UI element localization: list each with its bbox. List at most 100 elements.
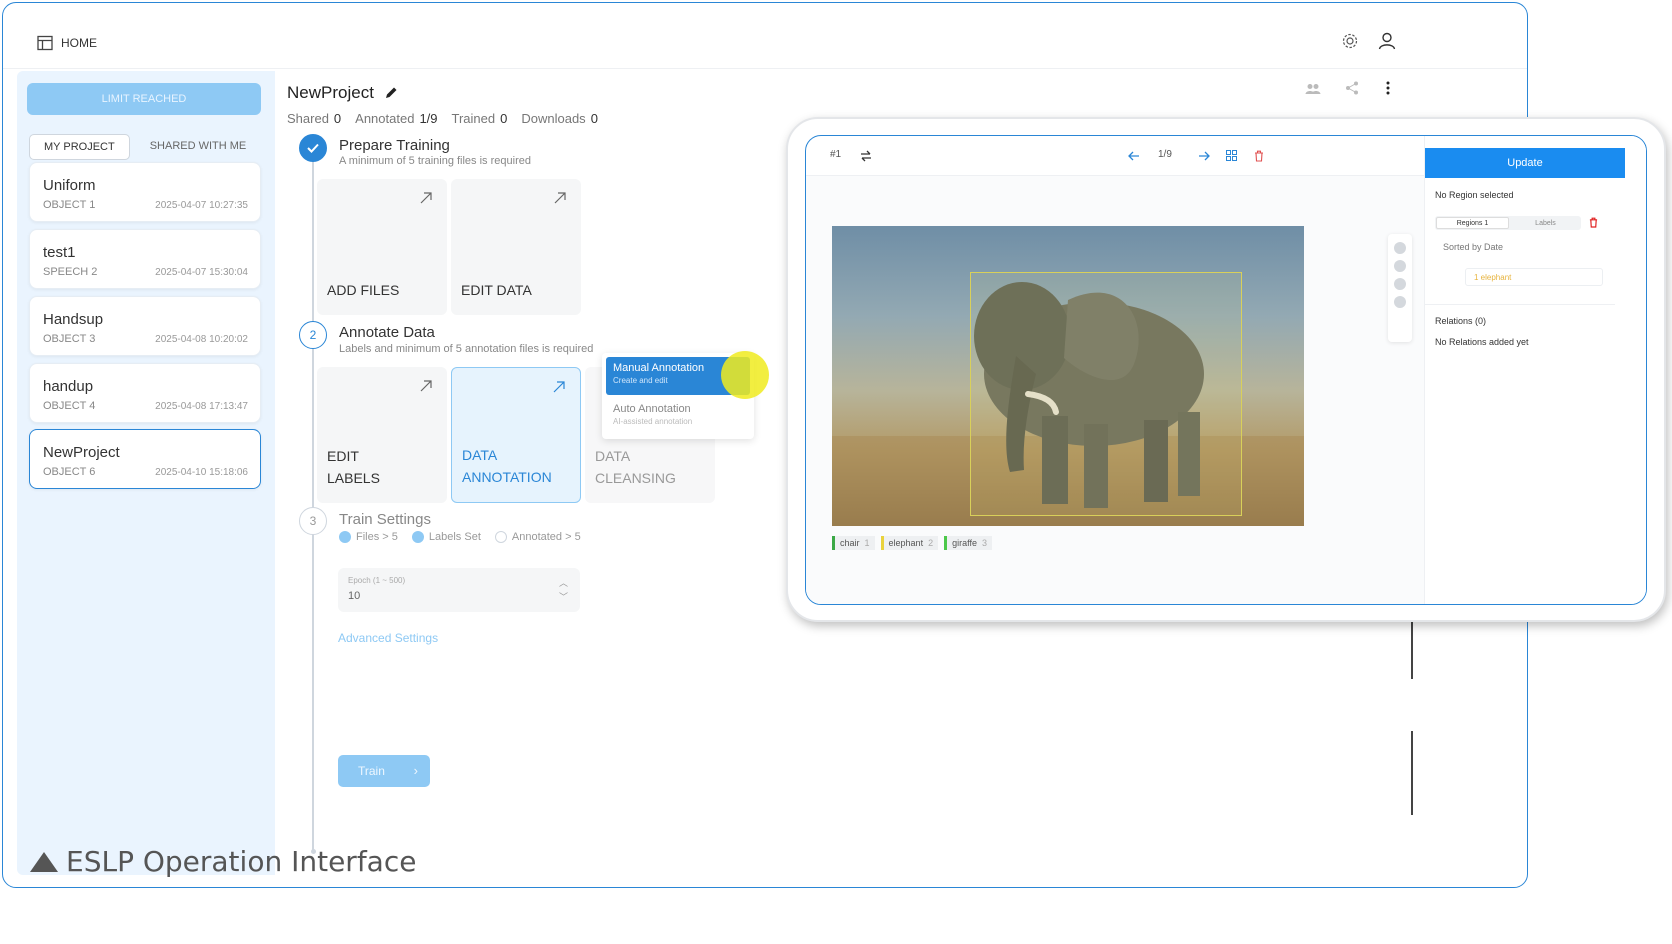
project-card[interactable]: Uniform OBJECT 1 2025-04-07 10:27:35 <box>29 162 261 222</box>
settings-button[interactable] <box>1341 32 1359 50</box>
pointer-icon[interactable] <box>1394 242 1406 254</box>
no-region-text: No Region selected <box>1435 190 1514 200</box>
user-button[interactable] <box>1377 31 1397 51</box>
chevron-down-icon[interactable]: ﹀ <box>559 590 568 603</box>
requirement-files: Files > 5 <box>339 531 398 543</box>
project-date: 2025-04-07 15:30:04 <box>155 267 248 278</box>
project-name: handup <box>43 378 94 395</box>
share-icon <box>1346 81 1358 95</box>
annotation-toolbar: #1 1/9 <box>806 136 1424 176</box>
project-type: OBJECT 6 <box>43 466 96 478</box>
canvas-tools <box>1388 234 1412 342</box>
project-date: 2025-04-10 15:18:06 <box>155 467 248 478</box>
project-card[interactable]: test1 SPEECH 2 2025-04-07 15:30:04 <box>29 229 261 289</box>
chevron-up-icon[interactable]: ︿ <box>559 576 568 589</box>
user-icon <box>1378 32 1396 50</box>
trash-icon[interactable] <box>1589 217 1598 228</box>
step-prepare-title: Prepare Training <box>339 137 450 154</box>
card-label: EDIT LABELS <box>327 448 380 486</box>
tab-regions[interactable]: Regions 1 <box>1436 217 1509 229</box>
empty-circle-icon <box>494 531 507 543</box>
epoch-value: 10 <box>348 590 361 602</box>
edit-labels-card[interactable]: EDIT LABELS <box>317 367 447 503</box>
project-card[interactable]: handup OBJECT 4 2025-04-08 17:13:47 <box>29 363 261 423</box>
sidebar: LIMIT REACHED MY PROJECT SHARED WITH ME … <box>17 71 275 875</box>
step-prepare-subtitle: A minimum of 5 training files is require… <box>339 155 531 167</box>
arrow-right-icon[interactable] <box>1198 150 1210 162</box>
label-chip-giraffe[interactable]: giraffe 3 <box>944 536 992 550</box>
more-vertical-icon <box>1386 81 1390 95</box>
tab-labels[interactable]: Labels <box>1510 216 1581 230</box>
regions-labels-toggle: Regions 1 Labels <box>1435 216 1581 230</box>
page-indicator: 1/9 <box>1158 149 1172 160</box>
epoch-label: Epoch (1 ~ 500) <box>348 576 406 585</box>
card-label: EDIT DATA <box>461 282 532 298</box>
triangle-up-icon <box>30 851 58 872</box>
label-chip-chair[interactable]: chair 1 <box>832 536 875 550</box>
elephant-photo <box>832 226 1304 526</box>
label-chip-elephant[interactable]: elephant 2 <box>880 536 939 550</box>
card-label: DATA CLEANSING <box>595 448 676 486</box>
train-button[interactable]: Train › <box>338 755 430 787</box>
project-card-selected[interactable]: NewProject OBJECT 6 2025-04-10 15:18:06 <box>29 429 261 489</box>
cursor-highlight <box>721 351 769 399</box>
auto-annotation-option[interactable]: Auto Annotation AI-assisted annotation <box>613 403 692 426</box>
step-2-indicator: 2 <box>299 321 327 349</box>
step-train-title: Train Settings <box>339 511 431 528</box>
more-button[interactable] <box>1385 81 1391 95</box>
limit-reached-button[interactable]: LIMIT REACHED <box>27 83 261 115</box>
step-1-indicator <box>299 134 327 162</box>
relations-title: Relations (0) <box>1435 316 1487 326</box>
members-button[interactable] <box>1305 83 1321 95</box>
zoom-out-icon[interactable] <box>1394 296 1406 308</box>
stat-downloads: Downloads 0 <box>521 111 598 126</box>
project-type: SPEECH 2 <box>43 266 98 278</box>
zoom-in-icon[interactable] <box>1394 278 1406 290</box>
card-label: ADD FILES <box>327 282 400 298</box>
panel-divider <box>1425 304 1615 305</box>
epoch-field[interactable]: Epoch (1 ~ 500) 10 ︿ ﹀ <box>338 568 580 612</box>
project-date: 2025-04-08 17:13:47 <box>155 401 248 412</box>
image-canvas[interactable]: chair 1 elephant 2 giraffe 3 <box>806 176 1424 604</box>
bounding-box-elephant[interactable] <box>970 272 1242 516</box>
arrow-up-right-icon <box>553 381 565 393</box>
swap-icon[interactable] <box>860 150 872 162</box>
relations-empty-text: No Relations added yet <box>1435 337 1529 347</box>
add-files-card[interactable]: ADD FILES <box>317 179 447 315</box>
tab-my-project[interactable]: MY PROJECT <box>29 134 130 160</box>
stat-annotated: Annotated 1/9 <box>355 111 438 126</box>
annotation-screen: #1 1/9 chair 1 elephant 2 giraffe 3 Upda… <box>805 135 1647 605</box>
edit-data-card[interactable]: EDIT DATA <box>451 179 581 315</box>
project-name: NewProject <box>43 444 120 461</box>
project-tabs: MY PROJECT SHARED WITH ME <box>29 134 260 160</box>
advanced-settings-link[interactable]: Advanced Settings <box>338 631 438 645</box>
gear-icon <box>1342 33 1358 49</box>
project-date: 2025-04-08 10:20:02 <box>155 334 248 345</box>
project-stats: Shared 0 Annotated 1/9 Trained 0 Downloads 0 <box>287 111 598 126</box>
data-annotation-card[interactable]: DATA ANNOTATION <box>451 367 581 503</box>
arrow-left-icon[interactable] <box>1128 150 1140 162</box>
home-label: HOME <box>61 36 97 50</box>
sorted-by-text[interactable]: Sorted by Date <box>1443 242 1503 252</box>
region-item[interactable]: 1 elephant <box>1465 268 1603 286</box>
tab-shared-with-me[interactable]: SHARED WITH ME <box>136 134 261 160</box>
hand-icon[interactable] <box>1394 260 1406 272</box>
label-chips: chair 1 elephant 2 giraffe 3 <box>832 536 992 550</box>
update-button[interactable]: Update <box>1425 148 1625 178</box>
project-card[interactable]: Handsup OBJECT 3 2025-04-08 10:20:02 <box>29 296 261 356</box>
grid-icon[interactable] <box>1226 150 1237 161</box>
caption-text: ESLP Operation Interface <box>66 845 417 878</box>
step-3-indicator: 3 <box>299 507 327 535</box>
home-link[interactable]: HOME <box>37 35 97 51</box>
share-button[interactable] <box>1345 81 1359 95</box>
project-type: OBJECT 3 <box>43 333 96 345</box>
pencil-icon[interactable] <box>384 86 398 100</box>
stat-trained: Trained 0 <box>451 111 508 126</box>
layout-icon <box>37 35 53 51</box>
timeline-line <box>312 151 314 851</box>
arrow-up-right-icon <box>420 380 432 392</box>
project-title: NewProject <box>287 83 374 102</box>
trash-icon[interactable] <box>1254 150 1264 162</box>
project-name: Handsup <box>43 311 104 328</box>
tablet-mockup: #1 1/9 chair 1 elephant 2 giraffe 3 Upda… <box>786 117 1666 622</box>
